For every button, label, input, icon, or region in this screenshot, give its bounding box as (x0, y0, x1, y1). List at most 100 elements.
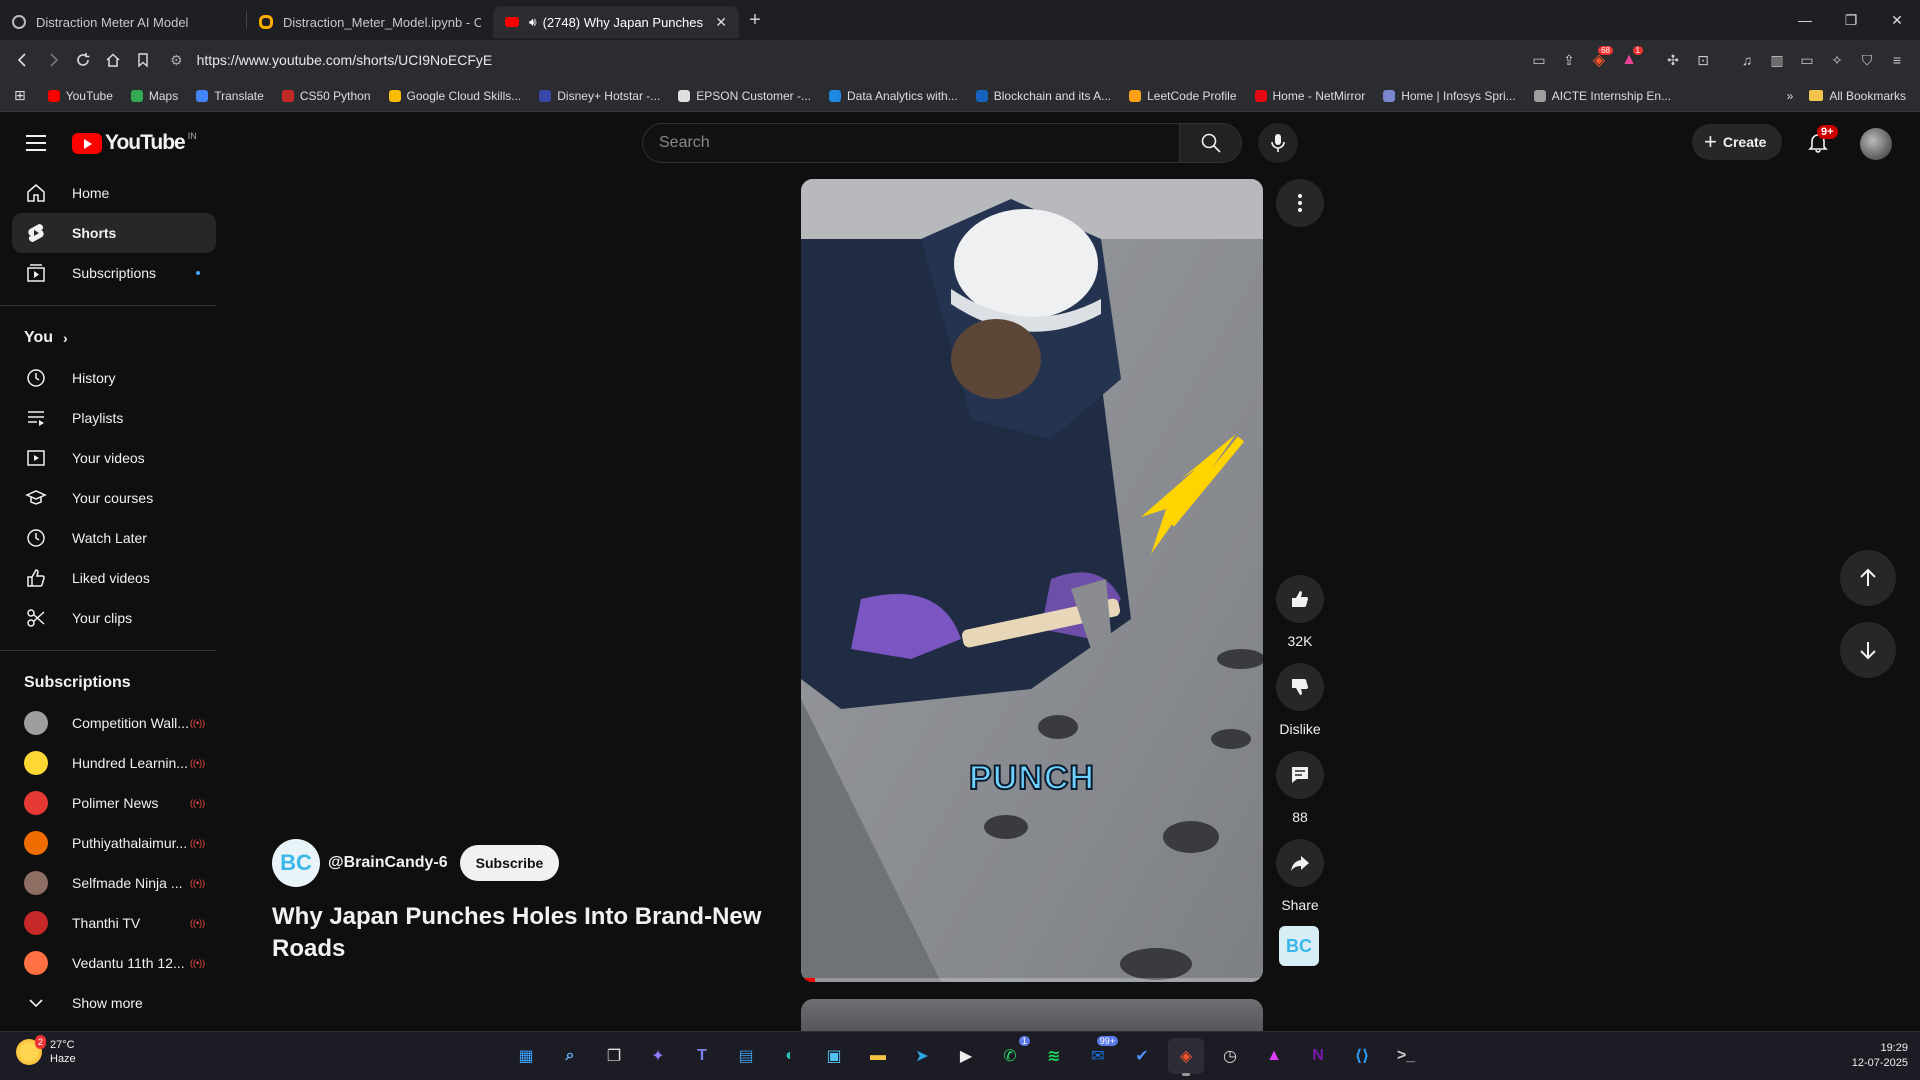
restore-icon[interactable]: ❐ (1828, 0, 1874, 40)
share-button[interactable]: ⇪ (1554, 45, 1584, 75)
sidebar-item-subscriptions[interactable]: Subscriptions (12, 253, 216, 293)
close-window-icon[interactable]: ✕ (1874, 0, 1920, 40)
like-button[interactable] (1276, 575, 1324, 623)
bookmark-item[interactable]: Home - NetMirror (1254, 89, 1365, 103)
show-more-button[interactable]: Show more (12, 983, 216, 1023)
taskbar-app[interactable]: ⟨⟩ (1344, 1038, 1380, 1074)
bookmark-item[interactable]: Disney+ Hotstar -... (539, 89, 660, 103)
taskbar-app[interactable]: T (684, 1038, 720, 1074)
more-options-button[interactable] (1276, 179, 1324, 227)
url-field[interactable]: ⚙ https://www.youtube.com/shorts/UCI9NoE… (164, 44, 1518, 76)
taskbar-app[interactable]: ▤ (728, 1038, 764, 1074)
short-title[interactable]: Why Japan Punches Holes Into Brand-New R… (272, 901, 772, 965)
channel-avatar[interactable]: BC (272, 839, 320, 887)
taskbar-app[interactable]: ▲ (1256, 1038, 1292, 1074)
site-info-icon[interactable]: ⚙ (170, 52, 183, 69)
you-section-header[interactable]: You › (0, 318, 240, 358)
taskbar-app[interactable]: ▣ (816, 1038, 852, 1074)
short-video-player[interactable]: PUNCH (801, 179, 1263, 982)
subscription-channel[interactable]: Selfmade Ninja ... ((•)) (12, 863, 216, 903)
taskbar-app[interactable]: ▶ (948, 1038, 984, 1074)
dislike-button[interactable] (1276, 663, 1324, 711)
bookmark-item[interactable]: AICTE Internship En... (1533, 89, 1671, 103)
tab-colab[interactable]: Distraction_Meter_Model.ipynb - Colab (247, 6, 493, 38)
taskbar-app[interactable]: ✆ 1 (992, 1036, 1030, 1074)
notifications-button[interactable]: 9+ (1803, 125, 1838, 157)
taskbar-app[interactable]: ▬ (860, 1038, 896, 1074)
apps-grid-button[interactable]: ⊞ (14, 87, 26, 104)
bookmark-item[interactable]: Maps (130, 89, 178, 103)
weather-widget[interactable]: 2 27°C Haze (16, 1035, 76, 1066)
guide-menu-icon[interactable] (24, 131, 48, 155)
channel-handle[interactable]: @BrainCandy-6 (328, 854, 448, 872)
taskbar-app[interactable]: ⌕ (552, 1038, 588, 1074)
video-progress-bar[interactable] (801, 978, 1263, 982)
taskbar-app[interactable]: ✦ (640, 1038, 676, 1074)
forward-button[interactable] (38, 45, 68, 75)
youtube-logo[interactable]: YouTube IN (72, 131, 197, 155)
search-input[interactable] (642, 123, 1180, 163)
taskbar-app[interactable]: ≋ (1036, 1038, 1072, 1074)
channel-thumbnail-button[interactable]: BC (1279, 926, 1319, 966)
taskbar-app[interactable]: ▦ (508, 1038, 544, 1074)
bookmark-item[interactable]: Translate (196, 89, 264, 103)
bookmark-item[interactable]: Blockchain and its A... (975, 89, 1111, 103)
screenshot-button[interactable]: ⊡ (1688, 45, 1718, 75)
bookmark-item[interactable]: Home | Infosys Spri... (1383, 89, 1516, 103)
next-short-button[interactable] (1840, 622, 1896, 678)
speaker-icon[interactable]: 🔊︎ (529, 15, 537, 30)
subscription-channel[interactable]: Thanthi TV ((•)) (12, 903, 216, 943)
bookmark-item[interactable]: Google Cloud Skills... (388, 89, 521, 103)
all-bookmarks-button[interactable]: All Bookmarks (1809, 89, 1906, 103)
sidebar-item-your-courses[interactable]: Your courses (12, 478, 216, 518)
subscribe-button[interactable]: Subscribe (459, 845, 560, 881)
taskbar-app[interactable]: ◐ (772, 1038, 808, 1074)
new-tab-button[interactable]: + (739, 9, 771, 32)
bookmark-item[interactable]: YouTube (47, 89, 113, 103)
minimize-icon[interactable]: — (1782, 0, 1828, 40)
subscription-channel[interactable]: Hundred Learnin... ((•)) (12, 743, 216, 783)
vpn-button[interactable]: ⛉ (1852, 45, 1882, 75)
comments-button[interactable] (1276, 751, 1324, 799)
taskbar-app[interactable]: ❐ (596, 1038, 632, 1074)
sidebar-toggle-button[interactable]: ▥ (1762, 45, 1792, 75)
wallet-button[interactable]: ▭ (1792, 45, 1822, 75)
sidebar-item-your-videos[interactable]: Your videos (12, 438, 216, 478)
bookmark-item[interactable]: EPSON Customer -... (678, 89, 811, 103)
sidebar-item-shorts[interactable]: Shorts (12, 213, 216, 253)
leo-ai-button[interactable]: ✧ (1822, 45, 1852, 75)
tab-youtube-short[interactable]: 🔊︎ (2748) Why Japan Punches Holes ✕ (493, 6, 739, 38)
taskbar-app[interactable]: ◈ (1168, 1038, 1204, 1076)
taskbar-app[interactable]: ➤ (904, 1038, 940, 1074)
bookmark-item[interactable]: LeetCode Profile (1129, 89, 1237, 103)
browser-menu-button[interactable]: ≡ (1882, 45, 1912, 75)
bookmark-item[interactable]: Data Analytics with... (829, 89, 958, 103)
taskbar-app[interactable]: N (1300, 1038, 1336, 1074)
taskbar-app[interactable]: >_ (1388, 1038, 1424, 1074)
tab-distraction-meter[interactable]: Distraction Meter AI Model (0, 6, 246, 38)
back-button[interactable] (8, 45, 38, 75)
cast-button[interactable]: ▭ (1524, 45, 1554, 75)
previous-short-button[interactable] (1840, 550, 1896, 606)
search-button[interactable] (1180, 123, 1242, 163)
subscription-channel[interactable]: Competition Wall... ((•)) (12, 703, 216, 743)
media-button[interactable]: ♫ (1732, 45, 1762, 75)
sidebar-item-your-clips[interactable]: Your clips (12, 598, 216, 638)
subscription-channel[interactable]: Vedantu 11th 12... ((•)) (12, 943, 216, 983)
extensions-button[interactable]: ✣ (1658, 45, 1688, 75)
sidebar-item-playlists[interactable]: Playlists (12, 398, 216, 438)
account-avatar[interactable] (1860, 128, 1892, 160)
bookmark-button[interactable] (128, 45, 158, 75)
system-clock[interactable]: 19:29 12-07-2025 (1852, 1041, 1908, 1071)
taskbar-app[interactable]: ✉ 99+ (1080, 1036, 1118, 1074)
bookmark-item[interactable]: CS50 Python (281, 89, 371, 103)
share-button[interactable] (1276, 839, 1324, 887)
create-button[interactable]: + Create (1692, 124, 1783, 160)
taskbar-app[interactable]: ✔ (1124, 1038, 1160, 1074)
taskbar-app[interactable]: ◷ (1212, 1038, 1248, 1074)
reload-button[interactable] (68, 45, 98, 75)
more-bookmarks-chevron-icon[interactable]: » (1787, 89, 1794, 103)
close-tab-icon[interactable]: ✕ (715, 14, 727, 31)
sidebar-item-home[interactable]: Home (12, 173, 216, 213)
brave-rewards-button[interactable]: ▲ 1 (1614, 45, 1644, 75)
